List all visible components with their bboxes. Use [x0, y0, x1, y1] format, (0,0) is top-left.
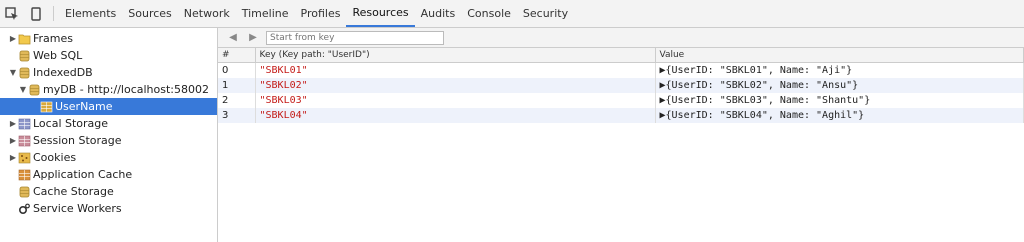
expand-arrow-icon[interactable]: ▶ — [8, 136, 18, 145]
expand-arrow-icon[interactable]: ▶ — [8, 34, 18, 43]
table-row[interactable]: 3 "SBKL04" ▶{UserID: "SBKL04", Name: "Ag… — [218, 108, 1024, 123]
sidebar-item-cookies[interactable]: ▶ Cookies — [0, 149, 217, 166]
sidebar-item-mydb[interactable]: ▼ myDB - http://localhost:58002 — [0, 81, 217, 98]
expand-arrow-icon[interactable]: ▶ — [8, 153, 18, 162]
sidebar-item-frames[interactable]: ▶ Frames — [0, 30, 217, 47]
devtools-toolbar: Elements Sources Network Timeline Profil… — [0, 0, 1024, 28]
row-value[interactable]: ▶{UserID: "SBKL03", Name: "Shantu"} — [655, 93, 1024, 108]
database-icon — [29, 84, 40, 95]
column-header-value[interactable]: Value — [655, 48, 1024, 63]
start-from-key-input[interactable] — [266, 30, 444, 45]
tab-security[interactable]: Security — [517, 0, 574, 27]
tab-resources[interactable]: Resources — [346, 0, 415, 27]
row-key: "SBKL01" — [255, 62, 656, 78]
tab-audits[interactable]: Audits — [415, 0, 462, 27]
row-index: 0 — [218, 62, 256, 78]
row-index: 1 — [218, 78, 256, 93]
column-header-key[interactable]: Key (Key path: "UserID") — [255, 48, 656, 63]
row-index: 3 — [218, 108, 256, 123]
sidebar-item-application-cache[interactable]: Application Cache — [0, 166, 217, 183]
sidebar-item-label: UserName — [55, 100, 113, 113]
inspect-element-icon[interactable] — [0, 0, 24, 27]
grid-storage-icon — [18, 169, 31, 180]
row-value[interactable]: ▶{UserID: "SBKL02", Name: "Ansu"} — [655, 78, 1024, 93]
database-icon — [19, 67, 30, 78]
sidebar-item-service-workers[interactable]: Service Workers — [0, 200, 217, 217]
tab-profiles[interactable]: Profiles — [295, 0, 347, 27]
table-row[interactable]: 2 "SBKL03" ▶{UserID: "SBKL03", Name: "Sh… — [218, 93, 1024, 108]
sidebar-item-label: Service Workers — [33, 202, 122, 215]
sidebar-item-cache-storage[interactable]: Cache Storage — [0, 183, 217, 200]
sidebar-item-indexeddb[interactable]: ▼ IndexedDB — [0, 64, 217, 81]
previous-page-icon[interactable]: ◀ — [226, 32, 240, 43]
sidebar-item-local-storage[interactable]: ▶ Local Storage — [0, 115, 217, 132]
row-value[interactable]: ▶{UserID: "SBKL04", Name: "Aghil"} — [655, 108, 1024, 123]
sidebar-item-label: myDB - http://localhost:58002 — [43, 83, 209, 96]
collapse-arrow-icon[interactable]: ▼ — [18, 85, 28, 94]
next-page-icon[interactable]: ▶ — [246, 32, 260, 43]
tab-network[interactable]: Network — [178, 0, 236, 27]
cookie-icon — [18, 152, 31, 163]
sidebar-item-label: Session Storage — [33, 134, 122, 147]
row-value[interactable]: ▶{UserID: "SBKL01", Name: "Aji"} — [655, 62, 1024, 78]
tab-elements[interactable]: Elements — [59, 0, 122, 27]
sidebar-item-label: IndexedDB — [33, 66, 93, 79]
key-navigation-bar: ◀ ▶ — [218, 28, 1024, 48]
grid-storage-icon — [18, 118, 31, 129]
sidebar-item-label: Local Storage — [33, 117, 109, 130]
toolbar-divider — [53, 6, 54, 21]
indexeddb-data-view: ◀ ▶ # Key (Key path: "UserID") Value 0 "… — [218, 28, 1024, 242]
sidebar-item-label: Frames — [33, 32, 74, 45]
sidebar-item-session-storage[interactable]: ▶ Session Storage — [0, 132, 217, 149]
column-header-index[interactable]: # — [218, 48, 256, 63]
sidebar-item-username[interactable]: UserName — [0, 98, 217, 115]
folder-icon — [18, 34, 31, 44]
tab-sources[interactable]: Sources — [122, 0, 178, 27]
row-key: "SBKL02" — [255, 78, 656, 93]
grid-storage-icon — [18, 135, 31, 146]
row-index: 2 — [218, 93, 256, 108]
tab-console[interactable]: Console — [461, 0, 517, 27]
resources-sidebar: ▶ Frames Web SQL ▼ IndexedDB ▼ myDB - ht… — [0, 28, 218, 242]
table-row[interactable]: 1 "SBKL02" ▶{UserID: "SBKL02", Name: "An… — [218, 78, 1024, 93]
sidebar-item-label: Cache Storage — [33, 185, 114, 198]
device-mode-icon[interactable] — [24, 0, 48, 27]
sidebar-item-label: Cookies — [33, 151, 77, 164]
collapse-arrow-icon[interactable]: ▼ — [8, 68, 18, 77]
table-row[interactable]: 0 "SBKL01" ▶{UserID: "SBKL01", Name: "Aj… — [218, 62, 1024, 78]
database-icon — [19, 50, 30, 61]
gear-icon — [18, 203, 30, 214]
expand-arrow-icon[interactable]: ▶ — [8, 119, 18, 128]
sidebar-item-web-sql[interactable]: Web SQL — [0, 47, 217, 64]
tab-timeline[interactable]: Timeline — [236, 0, 295, 27]
row-key: "SBKL03" — [255, 93, 656, 108]
object-store-table: # Key (Key path: "UserID") Value 0 "SBKL… — [218, 48, 1024, 123]
row-key: "SBKL04" — [255, 108, 656, 123]
sidebar-item-label: Application Cache — [33, 168, 133, 181]
database-icon — [19, 186, 30, 197]
sidebar-item-label: Web SQL — [33, 49, 83, 62]
object-store-icon — [40, 101, 53, 112]
